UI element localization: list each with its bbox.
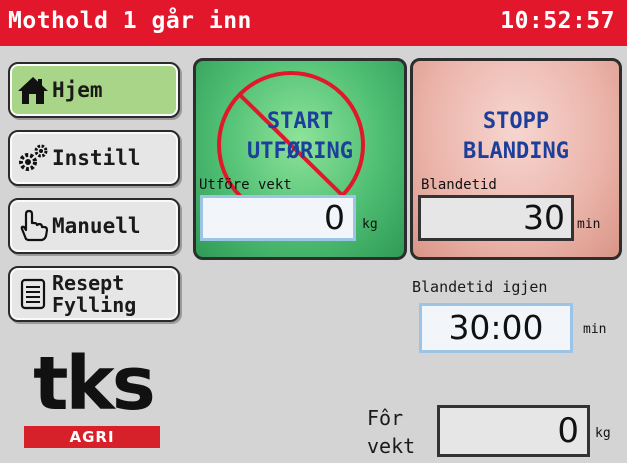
home-label: Hjem (52, 78, 103, 102)
recipe-label-line2: Fylling (52, 293, 137, 317)
start-discharge-label: UTFØRING (247, 139, 353, 164)
gears-icon (19, 144, 48, 171)
logo-agri-bar: AGRI (24, 426, 160, 448)
settings-button[interactable]: Instill (8, 130, 180, 186)
stop-label: STOPP (482, 109, 550, 134)
mixing-time-label: Blandetid (421, 177, 497, 193)
manual-button[interactable]: Manuell (8, 198, 180, 254)
home-button[interactable]: Hjem (8, 62, 180, 118)
start-label: START (266, 109, 334, 134)
start-discharge-panel[interactable]: START UTFØRING Utföre vekt 0 kg (193, 58, 407, 260)
tks-agri-logo: tks AGRI (18, 342, 168, 452)
title-bar: Mothold 1 går inn 10:52:57 (0, 0, 627, 46)
settings-label: Instill (52, 146, 141, 170)
discharge-weight-field[interactable]: 0 (200, 195, 356, 241)
mixing-time-field[interactable]: 30 (418, 195, 574, 241)
feed-label-line2: vekt (367, 434, 416, 458)
remaining-time-unit: min (583, 322, 607, 337)
screen-title: Mothold 1 går inn (8, 8, 252, 34)
feed-weight-label: Fôr vekt (367, 404, 415, 460)
hand-pointer-icon (20, 209, 49, 242)
house-icon (18, 77, 48, 104)
remaining-time-label: Blandetid igjen (412, 278, 548, 296)
recipe-label-line1: Resept (52, 271, 125, 295)
feed-weight-field: 0 (437, 405, 590, 457)
stop-mixing-label: BLANDING (463, 139, 569, 164)
manual-label: Manuell (52, 214, 141, 238)
remaining-time-field: 30:00 (419, 303, 573, 353)
logo-wordmark: tks (33, 341, 156, 427)
recipe-filling-button[interactable]: Resept Fylling (8, 266, 180, 322)
discharge-weight-unit: kg (362, 217, 378, 232)
clock: 10:52:57 (500, 8, 615, 34)
discharge-weight-label: Utföre vekt (199, 177, 292, 193)
stop-mixing-panel[interactable]: STOPP BLANDING Blandetid 30 min (410, 58, 622, 260)
feed-weight-unit: kg (595, 426, 611, 441)
mixing-time-unit: min (577, 217, 601, 232)
recipe-filling-label: Resept Fylling (52, 272, 136, 316)
document-icon (20, 278, 46, 310)
feed-label-line1: Fôr (367, 406, 404, 430)
